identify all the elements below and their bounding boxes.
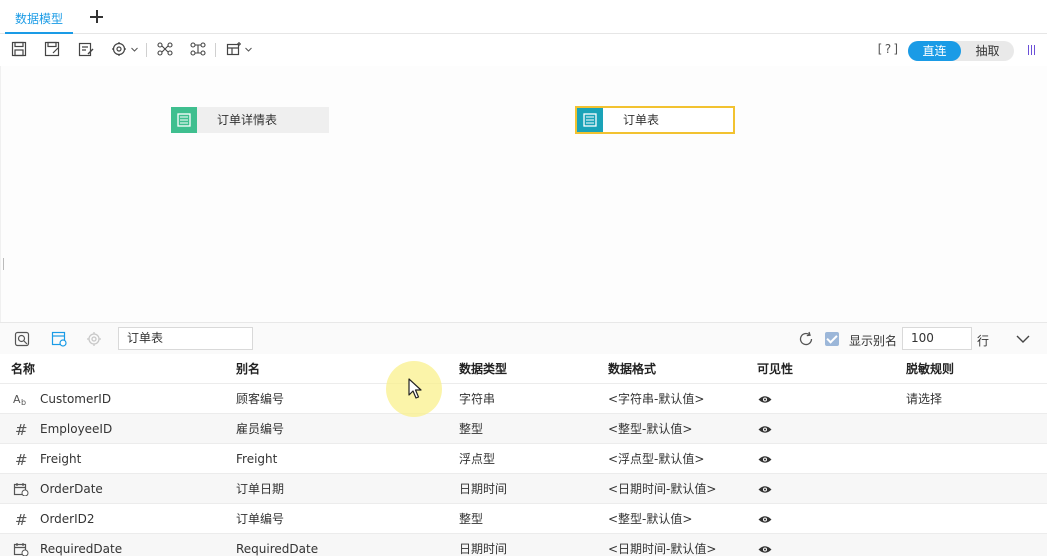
- eye-icon[interactable]: [758, 485, 772, 494]
- relation-icon[interactable]: [157, 41, 173, 57]
- field-alias[interactable]: 雇员编号: [236, 414, 284, 444]
- field-alias[interactable]: 订单日期: [236, 474, 284, 504]
- number-type-icon: #: [15, 512, 28, 526]
- table-icon: [171, 107, 197, 133]
- column-header-visibility[interactable]: 可见性: [757, 354, 793, 384]
- number-type-icon: #: [15, 422, 28, 436]
- svg-text:A: A: [13, 393, 21, 406]
- table-row[interactable]: # Freight Freight 浮点型 <浮点型-默认值>: [0, 444, 1047, 474]
- field-type[interactable]: 字符串: [459, 384, 495, 414]
- add-tab-icon[interactable]: [88, 8, 106, 26]
- number-type-icon: #: [15, 452, 28, 466]
- save-as-icon[interactable]: [44, 41, 60, 57]
- field-format[interactable]: <字符串-默认值>: [608, 384, 704, 414]
- svg-text:#: #: [15, 452, 28, 466]
- connection-mode-toggle: 直连 抽取: [908, 41, 1014, 61]
- help-button[interactable]: [?]: [876, 42, 901, 56]
- column-header-name[interactable]: 名称: [11, 354, 35, 384]
- preview-icon[interactable]: [14, 331, 30, 347]
- field-format[interactable]: <整型-默认值>: [608, 414, 692, 444]
- auto-relation-icon[interactable]: [190, 41, 206, 57]
- toolbar-divider: [215, 43, 216, 57]
- grid-header-row: 名称 别名 数据类型 数据格式 可见性 脱敏规则: [0, 354, 1047, 384]
- table-node-label: 订单表: [623, 113, 660, 127]
- resize-handle[interactable]: [3, 258, 5, 270]
- row-count-input[interactable]: 100: [902, 327, 972, 350]
- date-type-icon: [13, 543, 29, 556]
- field-name: Freight: [40, 452, 82, 466]
- field-alias[interactable]: 订单编号: [236, 504, 284, 534]
- table-row[interactable]: # OrderID2 订单编号 整型 <整型-默认值>: [0, 504, 1047, 534]
- svg-text:b: b: [21, 398, 26, 406]
- table-row[interactable]: # EmployeeID 雇员编号 整型 <整型-默认值>: [0, 414, 1047, 444]
- toolbar-divider: [146, 43, 147, 57]
- field-format[interactable]: <整型-默认值>: [608, 504, 692, 534]
- show-alias-label: 显示别名: [849, 334, 898, 348]
- field-name: CustomerID: [40, 392, 112, 406]
- column-header-format[interactable]: 数据格式: [608, 354, 656, 384]
- field-name: OrderDate: [40, 482, 103, 496]
- settings-icon[interactable]: [111, 41, 127, 57]
- column-header-masking[interactable]: 脱敏规则: [906, 354, 954, 384]
- eye-icon[interactable]: [758, 395, 772, 404]
- field-alias[interactable]: Freight: [236, 444, 277, 474]
- field-type[interactable]: 日期时间: [459, 474, 507, 504]
- edit-icon[interactable]: [78, 41, 94, 57]
- table-row[interactable]: Ab CustomerID 顾客编号 字符串 <字符串-默认值> 请选择: [0, 384, 1047, 414]
- extract-mode-button[interactable]: 抽取: [961, 41, 1014, 61]
- field-format[interactable]: <浮点型-默认值>: [608, 444, 704, 474]
- field-type[interactable]: 浮点型: [459, 444, 495, 474]
- table-node-orders[interactable]: 订单表: [575, 106, 735, 134]
- field-name: RequiredDate: [40, 542, 123, 556]
- field-type[interactable]: 日期时间: [459, 534, 507, 556]
- eye-icon[interactable]: [758, 425, 772, 434]
- field-type[interactable]: 整型: [459, 414, 483, 444]
- text-type-icon: Ab: [13, 393, 26, 406]
- save-icon[interactable]: [11, 41, 27, 57]
- field-panel-toolbar: 订单表 显示别名 100 行: [0, 322, 1047, 354]
- table-name-field[interactable]: 订单表: [118, 327, 253, 350]
- field-name: EmployeeID: [40, 422, 113, 436]
- show-alias-checkbox[interactable]: [825, 332, 839, 346]
- field-alias[interactable]: RequiredDate: [236, 534, 318, 556]
- table-node-label: 订单详情表: [217, 113, 278, 127]
- table-icon: [577, 108, 603, 132]
- date-type-icon: [13, 483, 29, 496]
- mouse-cursor-icon: [408, 378, 422, 399]
- masking-rule-select[interactable]: 请选择: [906, 384, 942, 414]
- svg-text:#: #: [15, 422, 28, 436]
- tab-data-model[interactable]: 数据模型: [5, 6, 74, 34]
- field-grid: 名称 别名 数据类型 数据格式 可见性 脱敏规则 Ab CustomerID 顾…: [0, 354, 1047, 556]
- row-unit-label: 行: [977, 334, 990, 348]
- add-table-icon[interactable]: [226, 41, 242, 57]
- eye-icon[interactable]: [758, 545, 772, 554]
- column-header-type[interactable]: 数据类型: [459, 354, 507, 384]
- chevron-down-icon[interactable]: [245, 46, 252, 53]
- model-canvas[interactable]: 订单详情表 订单表: [0, 66, 1047, 322]
- field-format[interactable]: <日期时间-默认值>: [608, 474, 716, 504]
- column-header-alias[interactable]: 别名: [236, 354, 260, 384]
- svg-text:#: #: [15, 512, 28, 526]
- direct-mode-button[interactable]: 直连: [908, 41, 961, 61]
- refresh-icon[interactable]: [798, 331, 814, 347]
- toolbar: [?] 直连 抽取: [0, 35, 1047, 65]
- chevron-down-icon[interactable]: [131, 46, 138, 53]
- table-row[interactable]: RequiredDate RequiredDate 日期时间 <日期时间-默认值…: [0, 534, 1047, 556]
- eye-icon[interactable]: [758, 455, 772, 464]
- field-format[interactable]: <日期时间-默认值>: [608, 534, 716, 556]
- field-settings-icon[interactable]: [51, 331, 67, 347]
- field-type[interactable]: 整型: [459, 504, 483, 534]
- tab-bar: 数据模型: [0, 0, 1047, 34]
- gear-icon[interactable]: [86, 331, 102, 347]
- field-alias[interactable]: 顾客编号: [236, 384, 284, 414]
- field-name: OrderID2: [40, 512, 95, 526]
- table-row[interactable]: OrderDate 订单日期 日期时间 <日期时间-默认值>: [0, 474, 1047, 504]
- table-node-order-details[interactable]: 订单详情表: [171, 107, 329, 133]
- eye-icon[interactable]: [758, 515, 772, 524]
- side-panel-toggle-icon[interactable]: [1028, 45, 1036, 55]
- chevron-down-icon[interactable]: [1016, 332, 1030, 346]
